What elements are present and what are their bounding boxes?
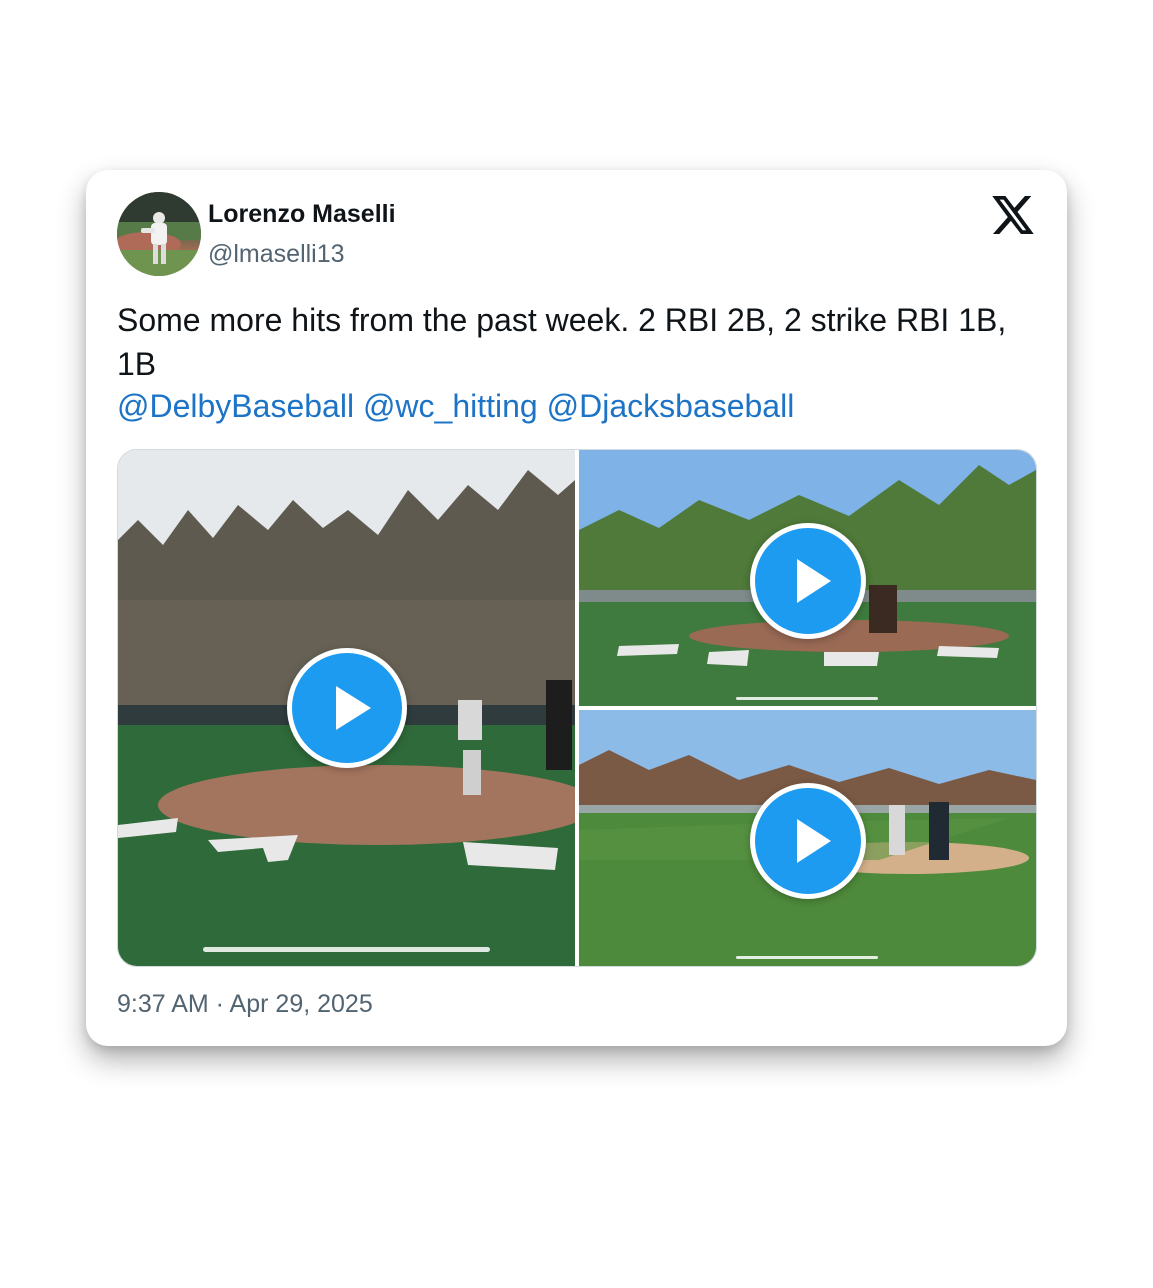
mention-djacksbaseball[interactable]: @Djacksbaseball: [547, 388, 795, 424]
tweet-text: Some more hits from the past week. 2 RBI…: [117, 302, 1007, 382]
video-progress[interactable]: [203, 947, 490, 952]
mention-delbybaseball[interactable]: @DelbyBaseball: [117, 388, 354, 424]
tweet-mentions: @DelbyBaseball @wc_hitting @Djacksbaseba…: [117, 384, 794, 428]
tweet-card: Lorenzo Maselli @lmaselli13 Some more hi…: [86, 170, 1067, 1046]
tweet-timestamp[interactable]: 9:37 AM · Apr 29, 2025: [117, 990, 373, 1019]
x-logo-icon[interactable]: [992, 196, 1034, 234]
play-icon[interactable]: [750, 783, 866, 899]
media-divider-horizontal: [579, 706, 1036, 710]
video-3[interactable]: [579, 710, 1036, 966]
video-2[interactable]: [579, 450, 1036, 706]
video-progress[interactable]: [736, 956, 878, 959]
author-name[interactable]: Lorenzo Maselli: [208, 200, 396, 229]
author-avatar[interactable]: [117, 192, 201, 276]
author-handle[interactable]: @lmaselli13: [208, 240, 345, 269]
video-progress[interactable]: [736, 697, 878, 700]
play-icon[interactable]: [287, 648, 407, 768]
play-icon[interactable]: [750, 523, 866, 639]
mention-wc-hitting[interactable]: @wc_hitting: [363, 388, 538, 424]
video-1[interactable]: [118, 450, 575, 966]
media-grid: [117, 449, 1037, 967]
